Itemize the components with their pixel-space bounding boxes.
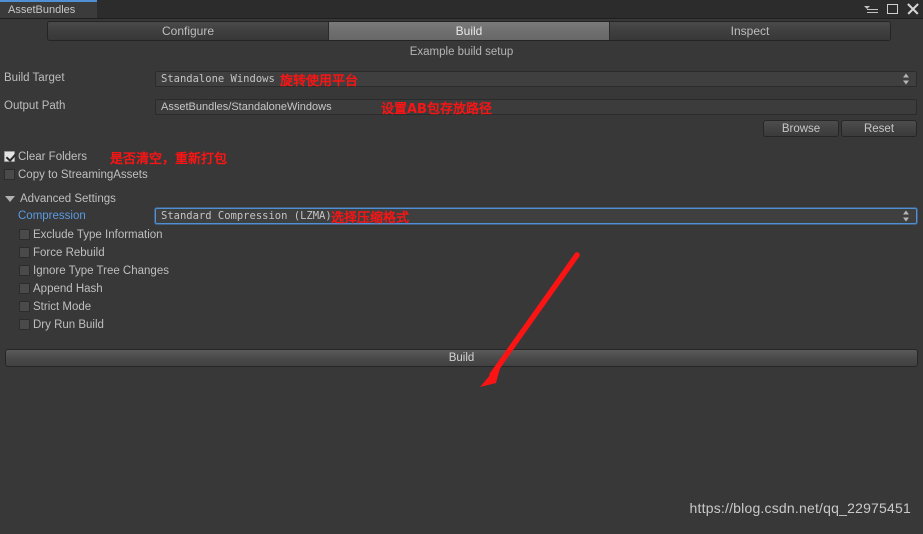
output-path-input[interactable]: AssetBundles/StandaloneWindows [155, 99, 917, 115]
maximize-icon[interactable] [887, 4, 898, 14]
tab-build[interactable]: Build [329, 22, 610, 40]
hamburger-menu-icon[interactable] [864, 4, 878, 14]
tab-build-label: Build [455, 24, 483, 38]
build-target-row: Build Target Standalone Windows 旋转使用平台 [0, 71, 923, 89]
triangle-down-icon [5, 195, 15, 202]
assetbundle-browser-content: Configure Build Inspect Example build se… [0, 19, 923, 534]
clear-folders-annotation: 是否清空，重新打包 [110, 152, 228, 167]
build-button-label: Build [448, 352, 475, 364]
tab-inspect[interactable]: Inspect [610, 22, 890, 40]
window-tab-label: AssetBundles [8, 4, 76, 16]
strict-mode-checkbox[interactable] [19, 301, 30, 312]
exclude-type-information-checkbox-row[interactable]: Exclude Type Information [19, 227, 163, 242]
compression-label: Compression [18, 210, 86, 222]
compression-value: Standard Compression (LZMA) [161, 210, 332, 222]
exclude-type-information-checkbox[interactable] [19, 229, 30, 240]
ignore-type-tree-changes-checkbox-row[interactable]: Ignore Type Tree Changes [19, 263, 169, 278]
dry-run-build-label: Dry Run Build [33, 318, 104, 331]
build-button[interactable]: Build [5, 349, 918, 367]
tab-configure[interactable]: Configure [48, 22, 329, 40]
exclude-type-information-label: Exclude Type Information [33, 228, 163, 241]
force-rebuild-label: Force Rebuild [33, 246, 105, 259]
compression-dropdown[interactable]: Standard Compression (LZMA) [155, 208, 917, 224]
compression-row: Compression Standard Compression (LZMA) … [0, 208, 923, 226]
mode-tab-bar: Configure Build Inspect [47, 21, 891, 41]
close-icon[interactable] [907, 3, 919, 15]
strict-mode-checkbox-row[interactable]: Strict Mode [19, 299, 91, 314]
ignore-type-tree-changes-label: Ignore Type Tree Changes [33, 264, 169, 277]
append-hash-label: Append Hash [33, 282, 103, 295]
red-arrow-annotation [480, 252, 580, 387]
window-titlebar: AssetBundles [0, 0, 923, 19]
append-hash-checkbox-row[interactable]: Append Hash [19, 281, 103, 296]
window-tab-assetbundles[interactable]: AssetBundles [0, 0, 97, 18]
browse-button-label: Browse [781, 122, 821, 135]
output-path-annotation: 设置AB包存放路径 [381, 102, 492, 117]
build-target-label: Build Target [4, 72, 65, 84]
window-controls [864, 0, 919, 18]
output-path-value: AssetBundles/StandaloneWindows [161, 101, 332, 113]
watermark-url: https://blog.csdn.net/qq_22975451 [689, 500, 911, 516]
build-target-dropdown[interactable]: Standalone Windows [155, 71, 917, 87]
chevron-updown-icon [903, 210, 910, 222]
output-path-row: Output Path AssetBundles/StandaloneWindo… [0, 99, 923, 117]
reset-button[interactable]: Reset [841, 120, 917, 137]
copy-to-streamingassets-checkbox[interactable] [4, 169, 15, 180]
build-target-value: Standalone Windows [161, 73, 275, 85]
force-rebuild-checkbox-row[interactable]: Force Rebuild [19, 245, 105, 260]
ignore-type-tree-changes-checkbox[interactable] [19, 265, 30, 276]
strict-mode-label: Strict Mode [33, 300, 92, 313]
dry-run-build-checkbox[interactable] [19, 319, 30, 330]
tab-configure-label: Configure [161, 24, 215, 38]
compression-annotation: 选择压缩格式 [331, 211, 410, 226]
advanced-settings-label: Advanced Settings [20, 192, 116, 205]
reset-button-label: Reset [863, 122, 895, 135]
force-rebuild-checkbox[interactable] [19, 247, 30, 258]
copy-to-streamingassets-label: Copy to StreamingAssets [18, 168, 148, 181]
tab-inspect-label: Inspect [730, 24, 770, 38]
append-hash-checkbox[interactable] [19, 283, 30, 294]
build-target-annotation: 旋转使用平台 [280, 74, 359, 89]
browse-button[interactable]: Browse [763, 120, 839, 137]
chevron-updown-icon [903, 73, 910, 85]
clear-folders-checkbox-row[interactable]: Clear Folders [4, 149, 87, 164]
dry-run-build-checkbox-row[interactable]: Dry Run Build [19, 317, 104, 332]
copy-to-streamingassets-checkbox-row[interactable]: Copy to StreamingAssets [4, 167, 148, 182]
page-subtitle: Example build setup [409, 46, 514, 58]
clear-folders-label: Clear Folders [18, 150, 88, 163]
clear-folders-checkbox[interactable] [4, 151, 15, 162]
output-path-label: Output Path [4, 100, 66, 112]
advanced-settings-foldout[interactable]: Advanced Settings [2, 191, 116, 206]
